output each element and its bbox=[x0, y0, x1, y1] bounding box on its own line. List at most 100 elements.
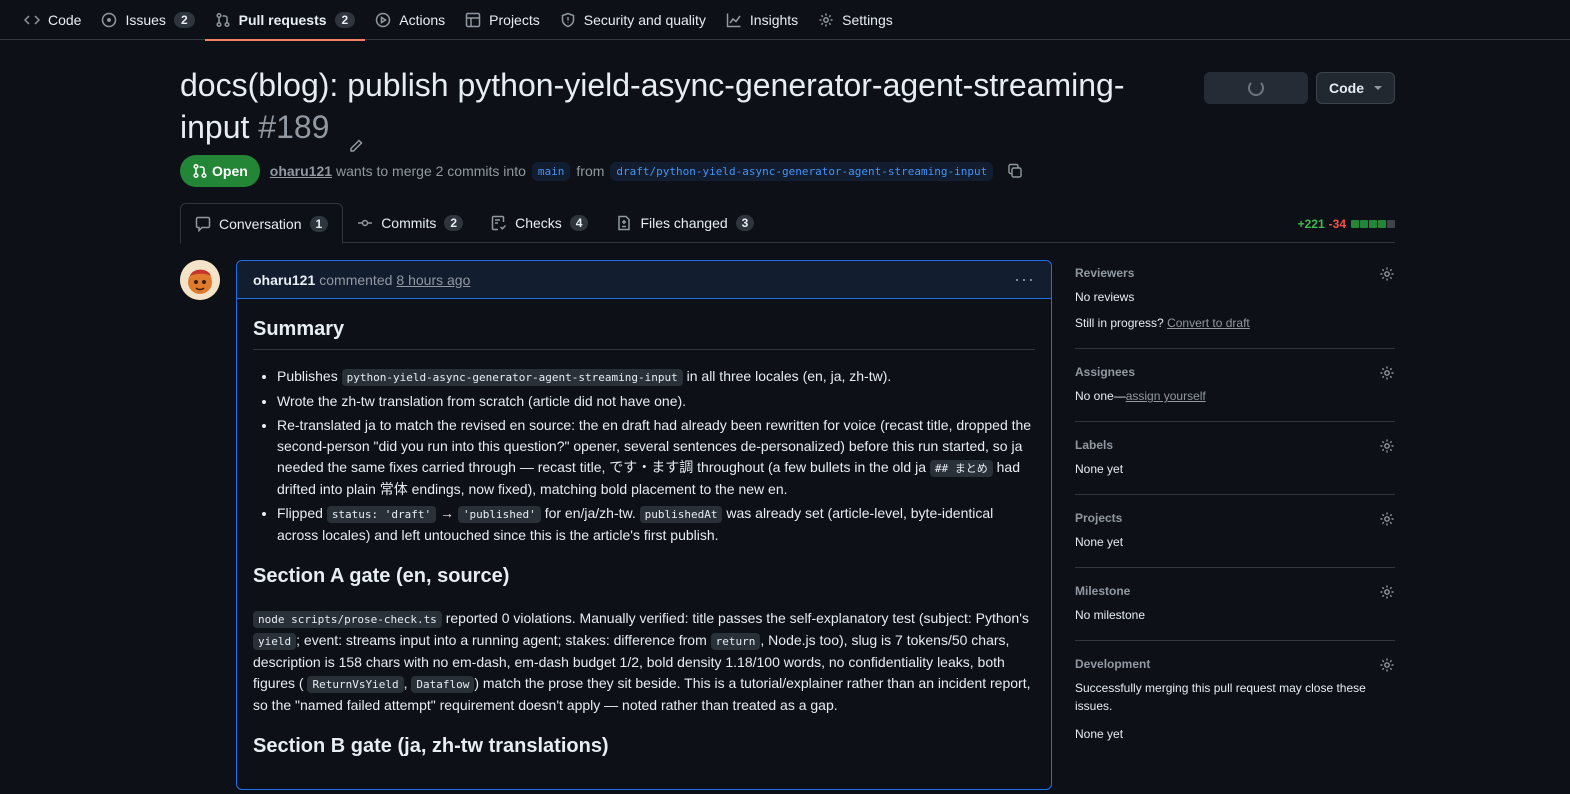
pr-number: #189 bbox=[258, 109, 330, 145]
kebab-menu-icon[interactable]: ··· bbox=[1014, 269, 1035, 290]
inline-code: return bbox=[710, 633, 761, 650]
development-title[interactable]: Development bbox=[1075, 657, 1395, 671]
code-button[interactable]: Code bbox=[1316, 72, 1395, 104]
nav-code[interactable]: Code bbox=[14, 0, 91, 40]
tab-conversation-label: Conversation bbox=[219, 215, 302, 232]
spinner-icon bbox=[1248, 80, 1264, 96]
gear-icon[interactable] bbox=[1379, 657, 1395, 673]
gear-icon bbox=[818, 12, 834, 28]
sidebar-labels: Labels None yet bbox=[1075, 422, 1395, 495]
nav-issues-label: Issues bbox=[125, 11, 166, 28]
base-branch[interactable]: main bbox=[531, 161, 571, 181]
convert-to-draft-link[interactable]: Convert to draft bbox=[1167, 316, 1250, 330]
diffstat-block bbox=[1351, 220, 1359, 228]
projects-title[interactable]: Projects bbox=[1075, 511, 1395, 525]
text: No one— bbox=[1075, 389, 1126, 403]
list-item: Wrote the zh-tw translation from scratch… bbox=[277, 391, 1035, 412]
nav-projects[interactable]: Projects bbox=[455, 0, 550, 40]
list-item: Re-translated ja to match the revised en… bbox=[277, 415, 1035, 500]
loading-button[interactable] bbox=[1204, 72, 1308, 104]
tab-checks-label: Checks bbox=[515, 215, 562, 231]
gear-icon[interactable] bbox=[1379, 266, 1395, 282]
tab-files-count: 3 bbox=[735, 215, 755, 231]
development-text: Successfully merging this pull request m… bbox=[1075, 681, 1366, 713]
copy-icon[interactable] bbox=[1007, 163, 1023, 179]
from-text: from bbox=[576, 163, 605, 179]
sidebar-milestone: Milestone No milestone bbox=[1075, 568, 1395, 641]
nav-pull-requests[interactable]: Pull requests 2 bbox=[204, 0, 366, 41]
pencil-icon[interactable] bbox=[348, 122, 364, 152]
play-icon bbox=[375, 12, 391, 28]
list-item: Flipped status: 'draft' → 'published' fo… bbox=[277, 503, 1035, 546]
gear-icon[interactable] bbox=[1379, 365, 1395, 381]
diffstat-block bbox=[1378, 220, 1386, 228]
tab-files-label: Files changed bbox=[640, 215, 728, 231]
nav-actions-label: Actions bbox=[399, 11, 446, 28]
sidebar-development: Development Successfully merging this pu… bbox=[1075, 641, 1395, 759]
file-diff-icon bbox=[616, 215, 632, 231]
milestone-value: No milestone bbox=[1075, 608, 1146, 622]
nav-issues[interactable]: Issues 2 bbox=[91, 0, 204, 40]
text: reported 0 violations. Manually verified… bbox=[445, 610, 1029, 626]
repo-nav: Code Issues 2 Pull requests 2 Actions Pr… bbox=[0, 0, 1570, 41]
section-a-paragraph: node scripts/prose-check.ts reported 0 v… bbox=[253, 608, 1035, 716]
inline-code: status: 'draft' bbox=[326, 506, 437, 523]
nav-insights[interactable]: Insights bbox=[716, 0, 808, 40]
gear-icon[interactable] bbox=[1379, 511, 1395, 527]
comment-author[interactable]: oharu121 bbox=[253, 272, 315, 288]
inline-code: python-yield-async-generator-agent-strea… bbox=[341, 369, 683, 386]
sidebar: Reviewers No reviews Still in progress? … bbox=[1075, 260, 1395, 759]
comment-action: commented bbox=[319, 271, 393, 288]
nav-actions[interactable]: Actions bbox=[365, 0, 455, 40]
commit-icon bbox=[357, 215, 373, 231]
author-link[interactable]: oharu121 bbox=[270, 163, 332, 179]
comment-header: oharu121 commented 8 hours ago ··· bbox=[237, 261, 1051, 299]
merge-text: wants to merge 2 commits into bbox=[336, 163, 526, 179]
nav-security[interactable]: Security and quality bbox=[550, 0, 716, 40]
text: Publishes bbox=[277, 368, 338, 384]
text: ; event: streams input into a running ag… bbox=[296, 632, 707, 648]
text: for en/ja/zh-tw. bbox=[544, 505, 636, 521]
nav-projects-label: Projects bbox=[489, 11, 540, 28]
assignees-title[interactable]: Assignees bbox=[1075, 365, 1395, 379]
tab-checks[interactable]: Checks 4 bbox=[477, 203, 602, 243]
chevron-down-icon bbox=[1374, 86, 1382, 90]
inline-code: ReturnVsYield bbox=[307, 676, 404, 693]
assign-yourself-link[interactable]: assign yourself bbox=[1126, 389, 1206, 403]
inline-code: ## まとめ bbox=[929, 460, 993, 477]
tab-checks-count: 4 bbox=[569, 215, 589, 231]
nav-settings-label: Settings bbox=[842, 11, 893, 28]
comment-timestamp[interactable]: 8 hours ago bbox=[396, 272, 470, 288]
nav-settings[interactable]: Settings bbox=[808, 0, 903, 40]
diffstat-block bbox=[1360, 220, 1368, 228]
pull-request-icon bbox=[192, 163, 208, 179]
gear-icon[interactable] bbox=[1379, 584, 1395, 600]
tab-conversation-count: 1 bbox=[309, 215, 329, 232]
milestone-title[interactable]: Milestone bbox=[1075, 584, 1395, 598]
inline-code: node scripts/prose-check.ts bbox=[253, 611, 442, 628]
nav-code-label: Code bbox=[48, 11, 82, 28]
gear-icon[interactable] bbox=[1379, 438, 1395, 454]
assignees-value: No one—assign yourself bbox=[1075, 387, 1395, 405]
reviewers-title[interactable]: Reviewers bbox=[1075, 266, 1395, 280]
tab-commits[interactable]: Commits 2 bbox=[343, 203, 477, 243]
labels-title[interactable]: Labels bbox=[1075, 438, 1395, 452]
sidebar-projects: Projects None yet bbox=[1075, 495, 1395, 568]
reviewers-value: No reviews bbox=[1075, 290, 1135, 304]
labels-value: None yet bbox=[1075, 462, 1124, 476]
projects-value: None yet bbox=[1075, 535, 1124, 549]
tab-files-changed[interactable]: Files changed 3 bbox=[602, 203, 768, 243]
text: in all three locales (en, ja, zh-tw). bbox=[686, 368, 892, 384]
avatar[interactable] bbox=[180, 260, 220, 300]
graph-icon bbox=[726, 12, 742, 28]
summary-list: Publishes python-yield-async-generator-a… bbox=[253, 366, 1035, 546]
tab-commits-count: 2 bbox=[444, 215, 464, 231]
diffstat-block bbox=[1387, 220, 1395, 228]
sidebar-reviewers: Reviewers No reviews Still in progress? … bbox=[1075, 260, 1395, 349]
tab-conversation[interactable]: Conversation 1 bbox=[180, 203, 344, 244]
section-a-heading: Section A gate (en, source) bbox=[253, 565, 510, 587]
issue-icon bbox=[101, 12, 117, 28]
comment-icon bbox=[195, 216, 211, 232]
head-branch[interactable]: draft/python-yield-async-generator-agent… bbox=[610, 161, 994, 181]
inline-code: Dataflow bbox=[411, 676, 475, 693]
